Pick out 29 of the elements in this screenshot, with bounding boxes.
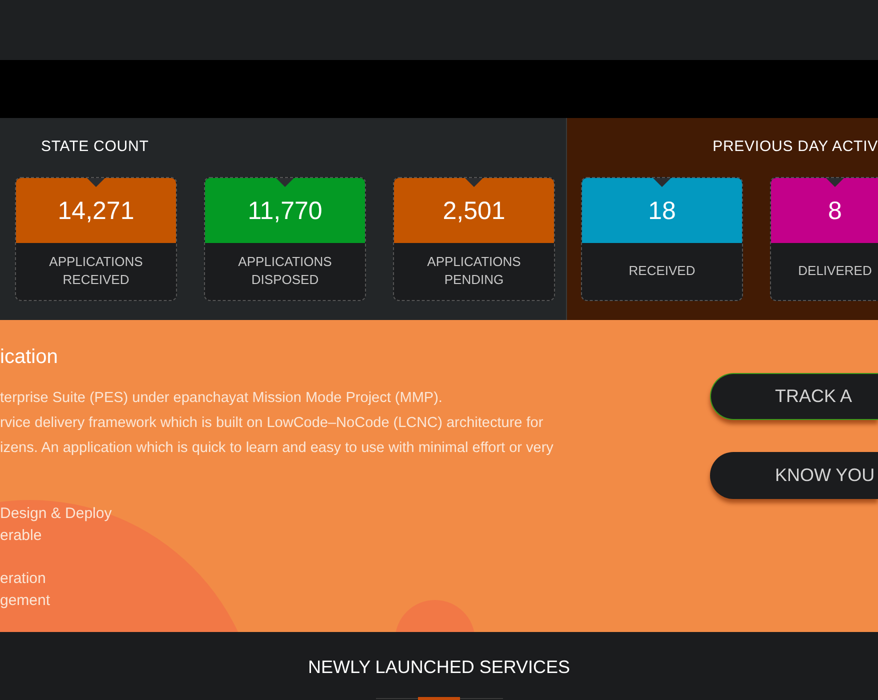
feature-item: erable [0, 526, 43, 546]
section-title: PREVIOUS DAY ACTIV [712, 137, 878, 157]
stat-label: DELIVERED [798, 262, 872, 280]
pointer-icon [87, 178, 105, 186]
paragraph-line: izens. An application which is quick to learn and easy to use with minimal effort or very [0, 439, 554, 458]
section-title: STATE COUNT [41, 137, 150, 157]
pointer-icon [653, 178, 671, 186]
stat-value: 11,770 [248, 196, 322, 228]
stat-value: 14,271 [58, 196, 134, 228]
paragraph-line: terprise Suite (PES) under epanchayat Mission Mode Project (MMP). [0, 389, 444, 408]
paragraph-line: rvice delivery framework which is built on LowCode–NoCode (LCNC) architecture for [0, 414, 544, 433]
stat-value: 18 [648, 196, 676, 228]
pointer-icon [826, 178, 844, 186]
stat-value: 8 [828, 196, 842, 228]
about-heading: ication [0, 345, 59, 370]
feature-item: eration [0, 569, 47, 589]
stat-label: APPLICATIONS DISPOSED [237, 253, 333, 289]
underline-accent [418, 697, 460, 700]
stat-value: 2,501 [442, 196, 506, 228]
pointer-icon [465, 178, 483, 186]
section-title: NEWLY LAUNCHED SERVICES [308, 656, 570, 679]
pointer-icon [276, 178, 294, 186]
feature-item: gement [0, 591, 52, 611]
action-button[interactable]: TRACK A [710, 373, 878, 420]
stat-label: APPLICATIONS RECEIVED [48, 253, 144, 289]
stat-label: APPLICATIONS PENDING [426, 253, 522, 289]
feature-item: Design & Deploy [0, 504, 113, 524]
stat-label: RECEIVED [628, 262, 696, 280]
action-button[interactable]: KNOW YOU [710, 452, 878, 499]
